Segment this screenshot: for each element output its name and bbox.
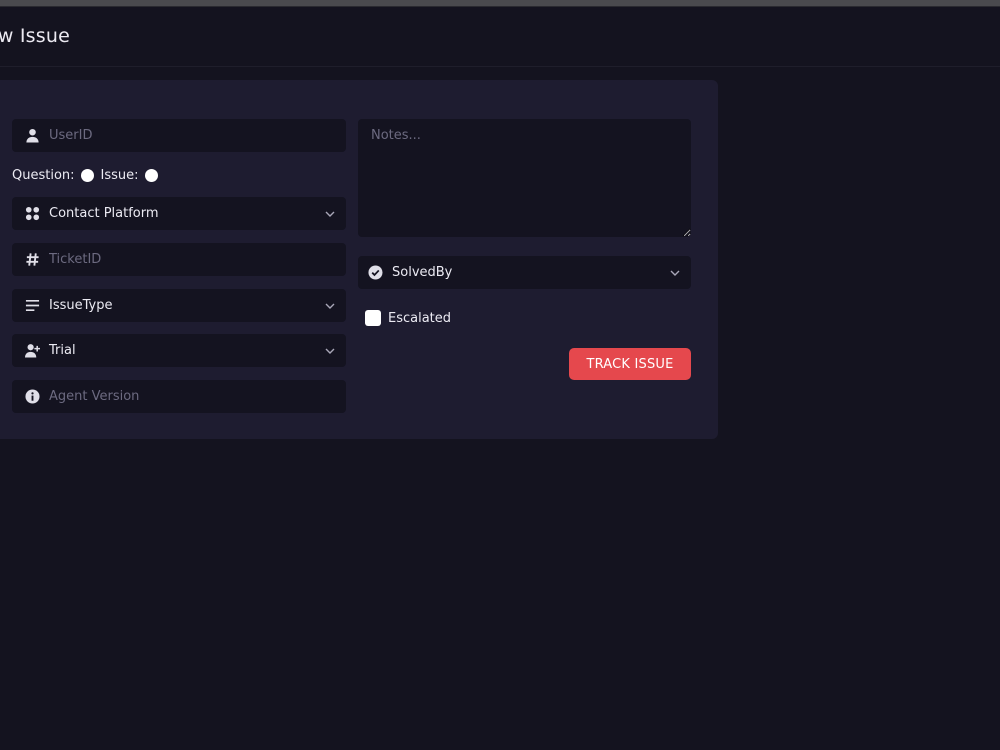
user-id-input[interactable]: [49, 128, 309, 143]
user-icon: [24, 128, 40, 144]
hash-icon: [24, 252, 40, 268]
chevron-down-icon: [670, 270, 680, 276]
solved-by-label: SolvedBy: [392, 265, 453, 280]
page-header: ew Issue: [0, 7, 1000, 67]
issue-type-label: IssueType: [49, 298, 113, 313]
user-plus-icon: [24, 343, 40, 359]
question-issue-radio-group: Question: Issue:: [12, 166, 165, 184]
ticket-id-field[interactable]: [12, 243, 346, 276]
chevron-down-icon: [325, 211, 335, 217]
contact-platform-label: Contact Platform: [49, 206, 159, 221]
solved-by-select[interactable]: SolvedBy: [358, 256, 691, 289]
check-circle-icon: [367, 265, 383, 281]
escalated-label: Escalated: [388, 310, 452, 326]
agent-version-field[interactable]: [12, 380, 346, 413]
issue-radio[interactable]: [144, 168, 158, 182]
page-title: ew Issue: [0, 25, 71, 47]
question-label: Question:: [12, 167, 75, 183]
contact-platform-select[interactable]: Contact Platform: [12, 197, 346, 230]
window-top-strip: [0, 0, 1000, 7]
escalated-checkbox[interactable]: [365, 310, 381, 326]
chevron-down-icon: [325, 348, 335, 354]
track-issue-button[interactable]: TRACK ISSUE: [569, 348, 691, 380]
user-id-field[interactable]: [12, 119, 346, 152]
lines-icon: [24, 298, 40, 314]
apps-icon: [24, 206, 40, 222]
ticket-id-input[interactable]: [49, 252, 309, 267]
trial-label: Trial: [49, 343, 76, 358]
notes-textarea[interactable]: [358, 119, 691, 237]
chevron-down-icon: [325, 303, 335, 309]
escalated-row: Escalated: [365, 310, 451, 326]
question-radio[interactable]: [80, 168, 94, 182]
info-icon: [24, 389, 40, 405]
issue-label: Issue:: [100, 167, 139, 183]
trial-select[interactable]: Trial: [12, 334, 346, 367]
issue-type-select[interactable]: IssueType: [12, 289, 346, 322]
agent-version-input[interactable]: [49, 389, 309, 404]
